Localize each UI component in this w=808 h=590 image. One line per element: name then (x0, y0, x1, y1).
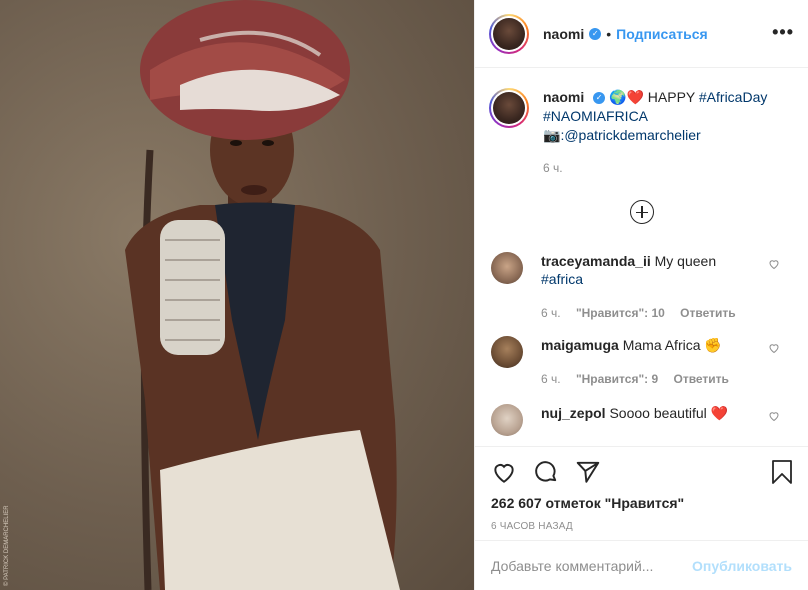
share-icon[interactable] (575, 459, 601, 485)
comment-username[interactable]: nuj_zepol (541, 405, 606, 421)
photo-credit-mention[interactable]: :@patrickdemarchelier (560, 127, 700, 143)
likes-count[interactable]: 262 607 отметок "Нравится" (491, 495, 792, 511)
comment-text: Soooo beautiful (609, 405, 707, 421)
comment-icon[interactable] (533, 459, 559, 485)
caption-time[interactable]: 6 ч. (543, 159, 767, 178)
heart-emoji-icon: ❤️ (710, 405, 729, 421)
more-options-icon[interactable]: ••• (772, 22, 794, 43)
post-header: naomi ✓ • Подписаться ••• (475, 0, 808, 68)
comment-item: traceyamanda_ii My queen #africa 6 ч. "Н… (475, 252, 808, 322)
hashtag-africa[interactable]: #africa (541, 271, 583, 287)
caption-text: HAPPY (647, 89, 695, 105)
post-side-panel: naomi ✓ • Подписаться ••• naomi ✓ 🌍❤️ HA… (474, 0, 808, 590)
reply-button[interactable]: Ответить (673, 372, 728, 386)
verified-badge-icon: ✓ (589, 27, 602, 40)
comments-section[interactable]: naomi ✓ 🌍❤️ HAPPY #AfricaDay #NAOMIAFRIC… (475, 68, 808, 444)
post-timestamp[interactable]: 6 часов назад (491, 521, 792, 532)
hashtag-naomiafrica[interactable]: #NAOMIAFRICA (543, 108, 648, 124)
comment-like-heart-icon[interactable] (768, 410, 780, 422)
comment-like-heart-icon[interactable] (768, 342, 780, 354)
post-caption: naomi ✓ 🌍❤️ HAPPY #AfricaDay #NAOMIAFRIC… (475, 68, 808, 178)
comment-text: My queen (654, 253, 717, 269)
comment-username[interactable]: traceyamanda_ii (541, 253, 651, 269)
comment-likes[interactable]: "Нравится": 10 (576, 306, 665, 320)
bookmark-icon[interactable] (770, 459, 794, 485)
post-photo[interactable]: © PATRICK DEMARCHELIER (0, 0, 474, 590)
comment-username[interactable]: maigamuga (541, 337, 619, 353)
hashtag-africaday[interactable]: #AfricaDay (699, 89, 767, 105)
comment-item: nuj_zepol Soooo beautiful ❤️ (475, 404, 808, 436)
comment-avatar[interactable] (491, 404, 523, 436)
comment-like-heart-icon[interactable] (768, 258, 780, 270)
reply-button[interactable]: Ответить (680, 306, 735, 320)
comment-likes[interactable]: "Нравится": 9 (576, 372, 658, 386)
photo-credit-watermark: © PATRICK DEMARCHELIER (3, 505, 10, 586)
comment-avatar[interactable] (491, 252, 523, 284)
comment-item: maigamuga Mama Africa ✊ 6 ч. "Нравится":… (475, 336, 808, 388)
fist-emoji-icon: ✊ (704, 337, 722, 353)
story-ring[interactable] (489, 13, 529, 54)
follow-button[interactable]: Подписаться (616, 26, 708, 42)
plus-circle-icon[interactable] (629, 200, 654, 224)
add-comment-form: Опубликовать (475, 540, 808, 590)
heart-icon[interactable] (491, 459, 517, 485)
comment-avatar[interactable] (491, 336, 523, 368)
publish-button[interactable]: Опубликовать (692, 558, 792, 574)
caption-avatar[interactable] (493, 92, 525, 124)
comment-text: Mama Africa (622, 337, 701, 353)
avatar[interactable] (493, 17, 525, 50)
header-username[interactable]: naomi (543, 26, 584, 42)
comment-input[interactable] (491, 557, 693, 574)
comment-time[interactable]: 6 ч. (541, 372, 561, 386)
post-actions: 262 607 отметок "Нравится" 6 часов назад (475, 446, 808, 540)
camera-emoji-icon: 📷 (543, 127, 561, 143)
caption-username[interactable]: naomi (543, 89, 584, 105)
separator-dot: • (606, 25, 612, 42)
caption-verified-badge-icon: ✓ (593, 92, 606, 105)
comment-time[interactable]: 6 ч. (541, 306, 561, 320)
caption-emojis: 🌍❤️ (609, 89, 644, 105)
caption-story-ring[interactable] (489, 88, 529, 128)
